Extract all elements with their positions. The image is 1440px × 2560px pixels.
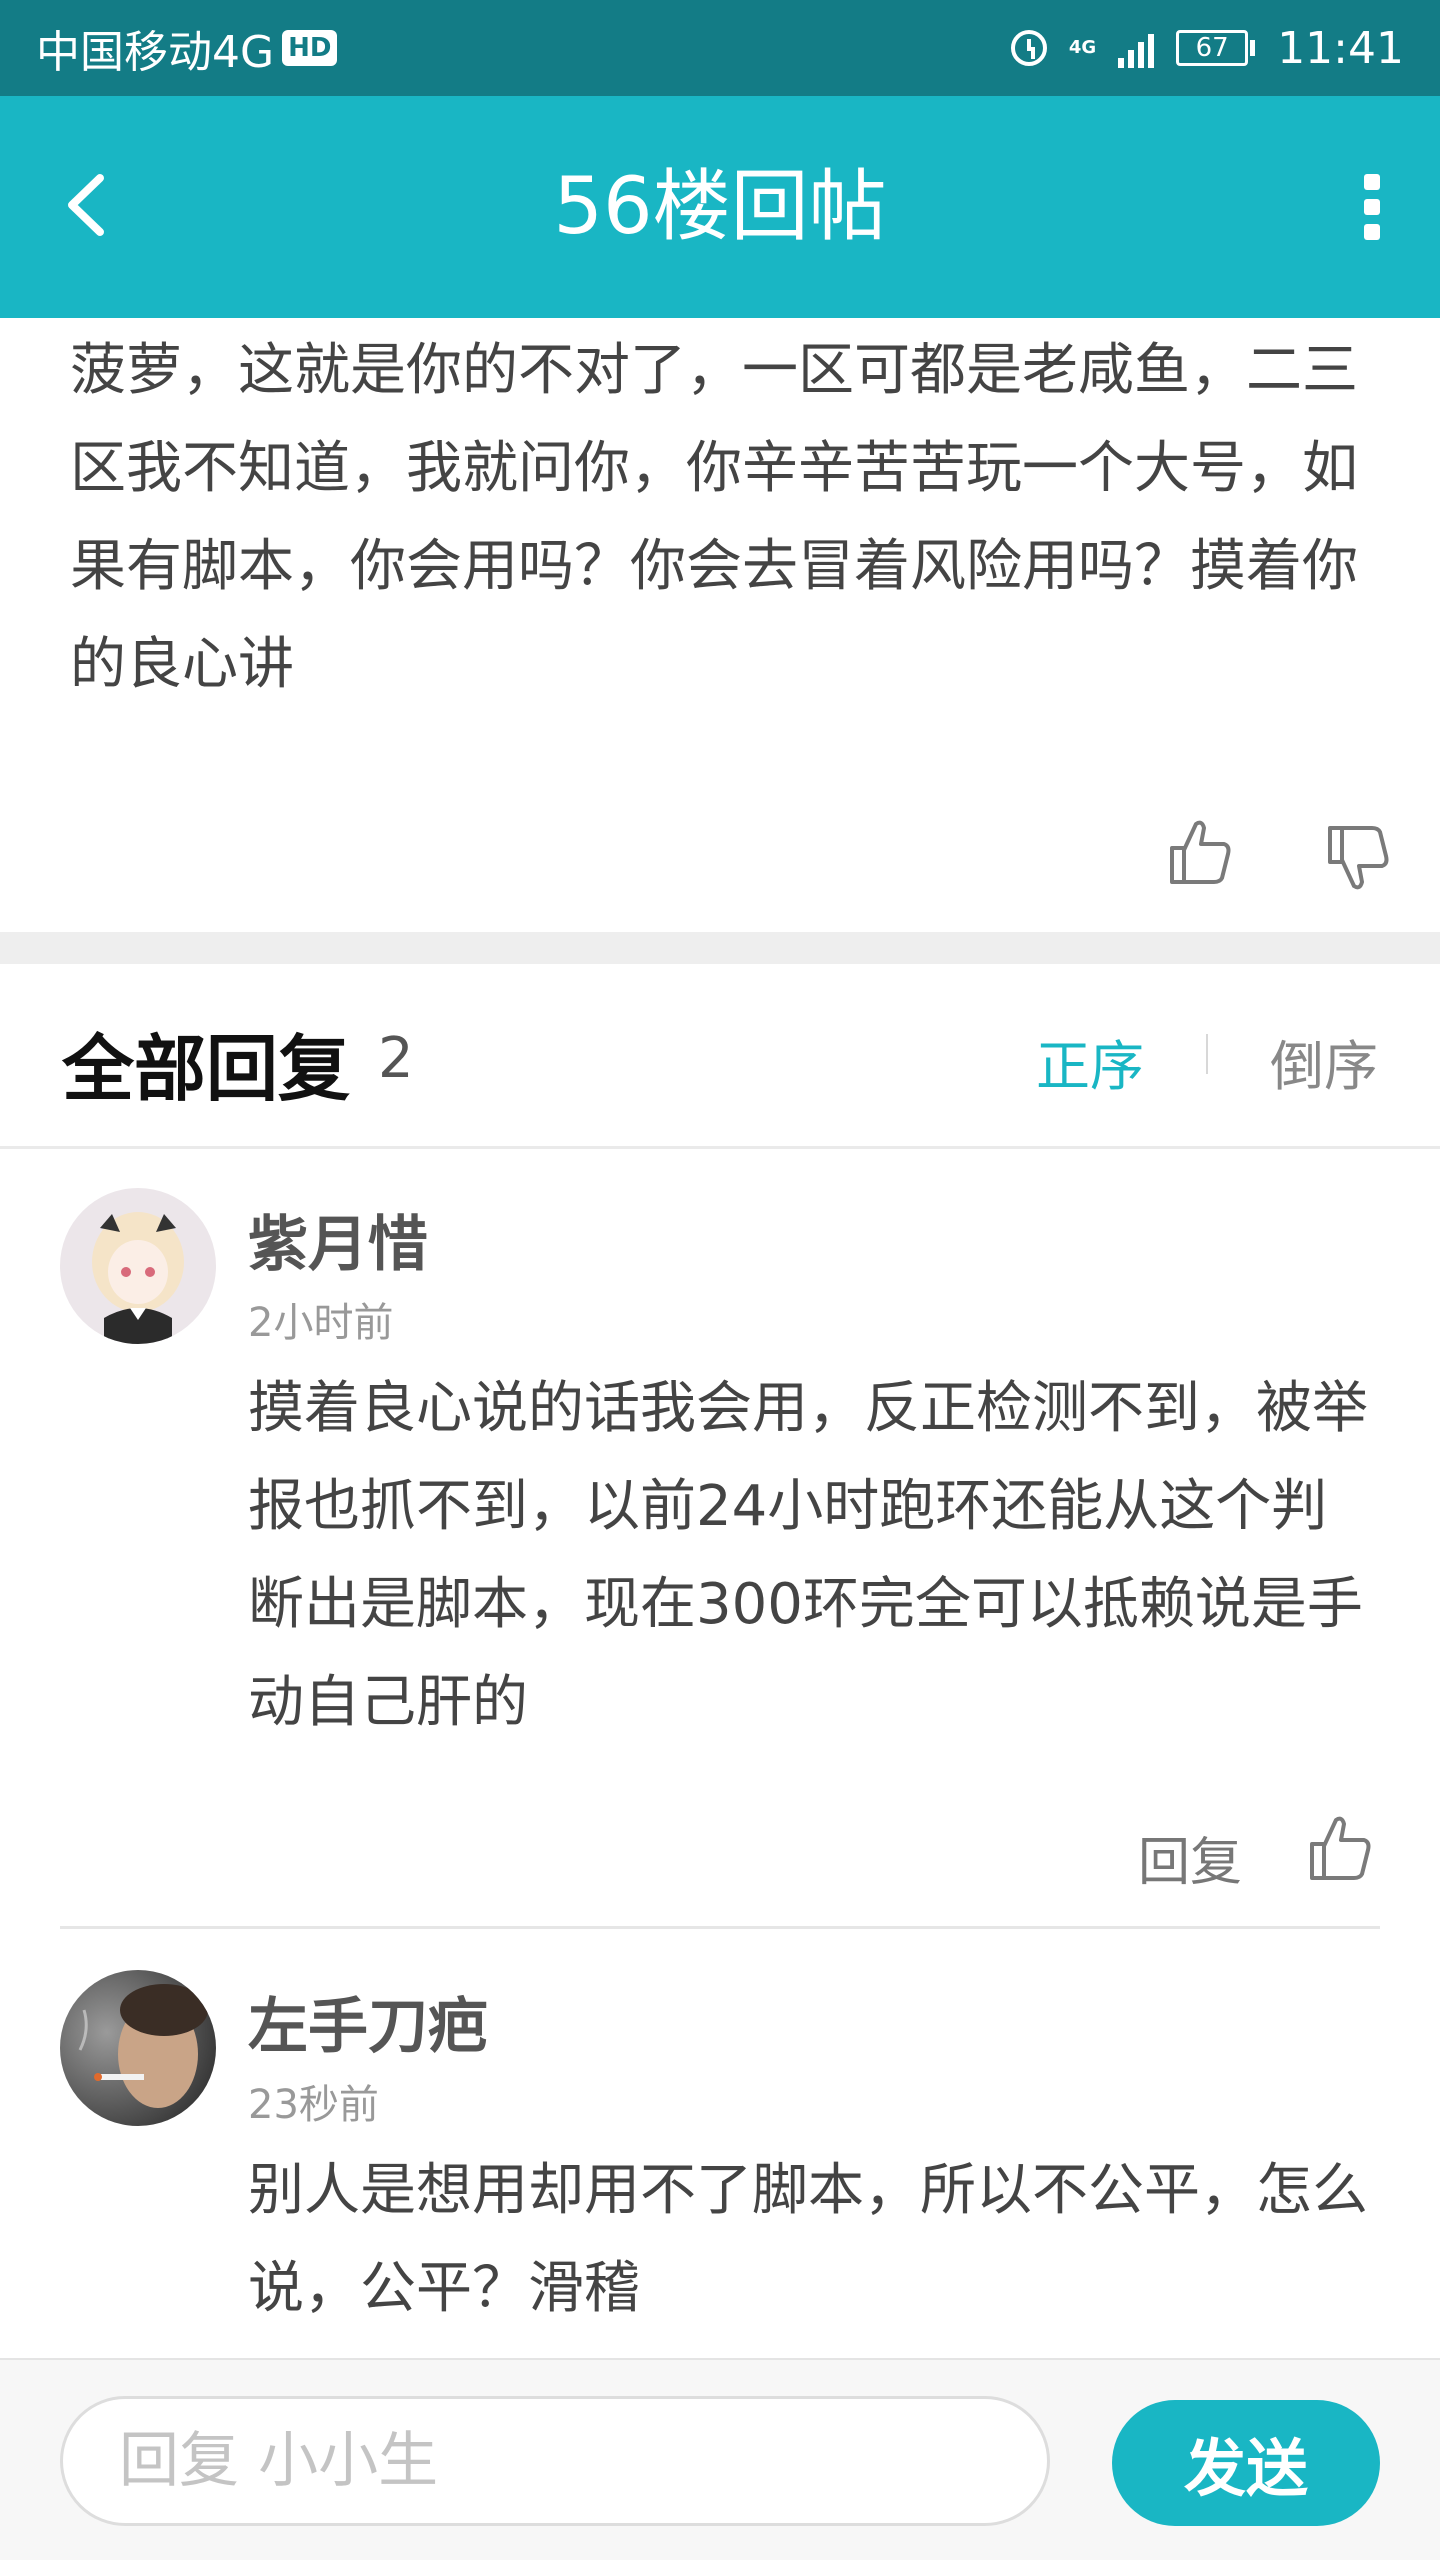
thumbs-up-icon[interactable] (1166, 816, 1234, 888)
sort-ascending-button[interactable]: 正序 (1036, 1022, 1144, 1101)
carrier-label: 中国移动4G (36, 27, 275, 78)
status-left: 中国移动4G HD (36, 16, 338, 80)
reply-button[interactable]: 回复 (1138, 1820, 1242, 1895)
battery-icon: 67 (1176, 30, 1256, 66)
status-bar: 中国移动4G HD 4G 67 11:41 (0, 0, 1440, 96)
status-right: 4G 67 11:41 (1010, 22, 1404, 74)
reply-username[interactable]: 紫月惜 (248, 1196, 428, 1283)
reply-timestamp: 23秒前 (248, 2082, 379, 2128)
post-content: 菠萝，这就是你的不对了，一区可都是老咸鱼，二三区我不知道，我就问你，你辛辛苦苦玩… (70, 338, 1358, 697)
signal-icon (1118, 28, 1155, 68)
avatar[interactable] (60, 1970, 216, 2126)
header-divider (0, 1146, 1440, 1149)
clock: 11:41 (1277, 22, 1404, 74)
replies-title: 全部回复 (62, 1027, 351, 1111)
reply-input-bar: 发送 (0, 2358, 1440, 2560)
more-vertical-icon[interactable] (1362, 174, 1382, 240)
sort-separator (1206, 1034, 1208, 1074)
send-button[interactable]: 发送 (1112, 2400, 1380, 2526)
battery-level: 67 (1176, 30, 1249, 66)
network-type-label: 4G (1068, 37, 1097, 58)
reply-username[interactable]: 左手刀疤 (248, 1978, 488, 2065)
reply-timestamp: 2小时前 (248, 1300, 394, 1346)
thumbs-up-icon[interactable] (1306, 1812, 1374, 1884)
battery-tip (1250, 40, 1256, 56)
hd-badge: HD (282, 30, 338, 66)
replies-count: 2 (378, 1026, 414, 1091)
alarm-icon (1010, 30, 1047, 66)
section-divider (0, 932, 1440, 964)
avatar-image (60, 1970, 216, 2126)
sort-descending-button[interactable]: 倒序 (1270, 1022, 1378, 1101)
avatar[interactable] (60, 1188, 216, 1344)
avatar-image (60, 1188, 216, 1344)
reply-divider (60, 1926, 1380, 1929)
reply-content: 别人是想用却用不了脚本，所以不公平，怎么说，公平？滑稽 (248, 2158, 1368, 2321)
reply-content: 摸着良心说的话我会用，反正检测不到，被举报也抓不到，以前24小时跑环还能从这个判… (248, 1376, 1368, 1735)
reply-input[interactable] (60, 2396, 1050, 2526)
thumbs-down-icon[interactable] (1324, 822, 1392, 894)
page-title: 56楼回帖 (553, 162, 887, 252)
title-bar: 56楼回帖 (0, 96, 1440, 318)
